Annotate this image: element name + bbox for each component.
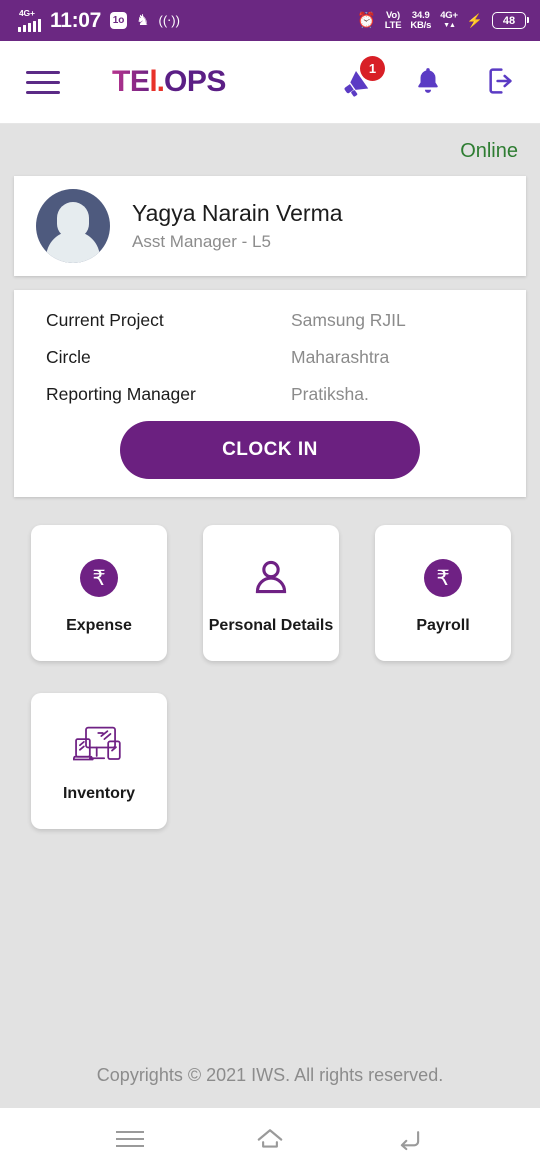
rupee-coin-icon: ₹ [424,559,462,598]
page-title: Yagya Narain Verma [132,200,343,226]
notifications-button[interactable] [412,65,446,99]
home-button[interactable] [240,1119,300,1159]
logout-icon [489,68,512,94]
quick-actions-grid: ₹ Expense Personal Details ₹ Payroll Inv… [0,497,540,829]
mobile-network-indicator: 4G+ ▼▲ [440,9,458,31]
rupee-coin-icon: ₹ [80,559,118,598]
network-speed-indicator: 34.9 KB/s [410,9,432,31]
data-transfer-arrows-icon: ▼▲ [443,21,456,29]
data-saver-icon: 1o [110,12,128,29]
tile-label: Inventory [62,785,135,803]
copyright-footer: Copyrights © 2021 IWS. All rights reserv… [96,1065,444,1085]
system-status-bar: 4G+ 11:07 1o ♞ ((⋅)) ⏰ Vo) LTE 34.9 KB/s… [0,0,540,41]
logo-text-secondary: OPS [164,65,226,98]
clock-in-button[interactable]: CLOCK IN [120,421,420,479]
tile-personal-details[interactable]: Personal Details [203,525,339,661]
back-icon [400,1131,420,1151]
status-badge: Online [460,140,518,162]
logo-text-primary: TE [112,65,150,98]
info-row-circle: Circle Maharashtra [14,347,526,368]
announcement-badge: 1 [360,56,385,81]
announcement-button[interactable]: 1 [340,56,385,99]
info-row-current-project: Current Project Samsung RJIL [14,310,526,331]
info-label: Circle [46,347,91,367]
profile-card: Yagya Narain Verma Asst Manager - L5 [14,176,526,276]
signal-bars-icon: 4G+ [18,7,41,32]
battery-level-text: 48 [502,14,516,27]
tile-expense[interactable]: ₹ Expense [31,525,167,661]
home-icon [257,1129,283,1148]
info-label: Current Project [46,310,164,330]
recents-icon [116,1131,144,1147]
signal-network-tag: 4G+ [19,7,35,18]
tile-inventory[interactable]: Inventory [31,693,167,829]
info-value: Samsung RJIL [291,310,406,330]
tile-label: Personal Details [208,617,334,635]
avatar [36,189,110,263]
info-label: Reporting Manager [46,384,196,404]
main-content: Online Yagya Narain Verma Asst Manager -… [0,124,540,1108]
tile-icon: ₹ [80,554,118,602]
profile-text: Yagya Narain Verma Asst Manager - L5 [132,200,343,252]
system-navigation-bar [0,1108,540,1170]
logo-accent-mark: l. [149,65,165,98]
back-button[interactable] [380,1119,440,1159]
volte-line-2: LTE [384,19,402,31]
person-icon [255,561,287,594]
recents-button[interactable] [100,1119,160,1159]
logout-button[interactable] [484,65,518,99]
profile-role: Asst Manager - L5 [132,232,271,252]
app-header: TE l. OPS 1 [0,41,540,124]
tile-icon [249,554,293,602]
employment-info-card: Current Project Samsung RJIL Circle Maha… [14,290,526,497]
status-bar-right: ⏰ Vo) LTE 34.9 KB/s 4G+ ▼▲ ⚡ 48 [357,9,529,31]
app-logo: TE l. OPS [112,67,226,97]
volte-line-1: Vo) [386,9,400,21]
status-bar-clock: 11:07 [50,9,102,32]
hamburger-menu-icon[interactable] [26,70,60,94]
tile-label: Payroll [416,617,470,635]
lightning-bolt-icon: ⚡ [466,13,483,28]
info-value: Pratiksha. [291,384,369,404]
battery-indicator: 48 [492,12,529,29]
network-speed-unit: KB/s [410,19,432,31]
tile-payroll[interactable]: ₹ Payroll [375,525,511,661]
cast-icon: ((⋅)) [158,13,180,28]
status-bar-left: 4G+ 11:07 1o ♞ ((⋅)) [18,7,180,32]
usb-icon: ♞ [136,12,150,29]
devices-icon [73,727,121,761]
network-speed-value: 34.9 [411,9,430,21]
info-row-reporting-manager: Reporting Manager Pratiksha. [14,384,526,405]
volte-indicator: Vo) LTE [384,9,402,31]
info-value: Maharashtra [291,347,390,367]
alarm-clock-icon: ⏰ [357,12,376,29]
bell-icon [418,68,438,93]
tile-label: Expense [66,617,132,635]
tile-icon [73,722,125,770]
tile-icon: ₹ [424,554,462,602]
header-actions: 1 [340,56,518,99]
mobile-network-type: 4G+ [440,9,458,21]
